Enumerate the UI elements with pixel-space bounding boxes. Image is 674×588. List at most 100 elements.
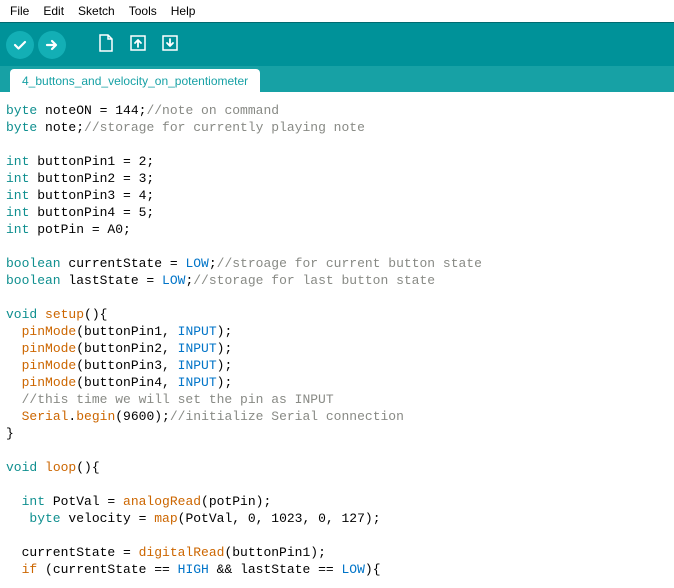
code-comment: //storage for currently playing note [84,120,365,135]
code-token: (buttonPin4, [76,375,177,390]
code-editor[interactable]: byte noteON = 144;//note on command byte… [0,92,674,588]
code-comment: //this time we will set the pin as INPUT [6,392,334,407]
code-token: boolean [6,273,61,288]
check-icon [12,37,28,53]
tab-label: 4_buttons_and_velocity_on_potentiometer [22,74,248,88]
code-token: (buttonPin1); [224,545,325,560]
code-token: int [6,188,29,203]
code-token: ); [217,358,233,373]
code-token: ); [217,324,233,339]
code-token: INPUT [178,324,217,339]
code-token: (){ [76,460,99,475]
code-token: noteON = 144; [37,103,146,118]
code-token: INPUT [178,341,217,356]
toolbar [0,22,674,66]
code-comment: //note on command [146,103,279,118]
menu-edit[interactable]: Edit [37,2,70,20]
code-token: ); [217,375,233,390]
code-token: int [22,494,45,509]
code-token: int [6,154,29,169]
code-token: (){ [84,307,107,322]
code-token: pinMode [22,358,77,373]
code-token: velocity = [61,511,155,526]
code-token: byte [6,103,37,118]
code-token: buttonPin1 = 2; [29,154,154,169]
code-token: pinMode [22,341,77,356]
code-token: LOW [342,562,365,577]
code-token: INPUT [178,358,217,373]
code-token: buttonPin4 = 5; [29,205,154,220]
code-token: HIGH [178,562,209,577]
code-token: if [22,562,38,577]
code-token: int [6,171,29,186]
code-token [37,460,45,475]
tab-sketch[interactable]: 4_buttons_and_velocity_on_potentiometer [10,69,260,92]
code-token [6,358,22,373]
code-token: (buttonPin1, [76,324,177,339]
code-token: ); [217,341,233,356]
code-token: (PotVal, 0, 1023, 0, 127); [178,511,381,526]
code-token: setup [45,307,84,322]
code-token: PotVal = [45,494,123,509]
arrow-up-icon [128,33,148,56]
code-token [6,375,22,390]
verify-button[interactable] [6,31,34,59]
code-token: currentState = [6,545,139,560]
code-token: INPUT [178,375,217,390]
tab-bar: 4_buttons_and_velocity_on_potentiometer [0,66,674,92]
code-token: && lastState == [209,562,342,577]
code-token: byte [6,120,37,135]
menu-help[interactable]: Help [165,2,202,20]
code-token: (9600); [115,409,170,424]
menu-file[interactable]: File [4,2,35,20]
code-token: LOW [185,256,208,271]
code-token: ){ [365,562,381,577]
code-token [6,324,22,339]
menu-sketch[interactable]: Sketch [72,2,121,20]
code-token: byte [29,511,60,526]
code-token: void [6,460,37,475]
file-icon [96,33,116,56]
code-token: digitalRead [139,545,225,560]
code-token: currentState = [61,256,186,271]
code-comment: //stroage for current button state [217,256,482,271]
arrow-right-icon [44,37,60,53]
code-token: pinMode [22,324,77,339]
code-token: note; [37,120,84,135]
code-token [6,562,22,577]
code-token: loop [45,460,76,475]
code-token: lastState = [61,273,162,288]
code-token [6,409,22,424]
code-token: } [6,426,14,441]
code-token: int [6,205,29,220]
new-button[interactable] [92,31,120,59]
code-token: (potPin); [201,494,271,509]
code-token: (buttonPin2, [76,341,177,356]
code-token [37,307,45,322]
upload-button[interactable] [38,31,66,59]
code-token: ; [209,256,217,271]
code-token: Serial [22,409,69,424]
menu-tools[interactable]: Tools [123,2,163,20]
code-token: begin [76,409,115,424]
code-token [6,494,22,509]
code-token: int [6,222,29,237]
code-token: map [154,511,177,526]
code-token: buttonPin3 = 4; [29,188,154,203]
code-comment: //initialize Serial connection [170,409,404,424]
open-button[interactable] [124,31,152,59]
code-token: (currentState == [37,562,177,577]
code-token: pinMode [22,375,77,390]
code-token: boolean [6,256,61,271]
code-token [6,341,22,356]
code-token: void [6,307,37,322]
code-token: buttonPin2 = 3; [29,171,154,186]
menu-bar: File Edit Sketch Tools Help [0,0,674,22]
arrow-down-icon [160,33,180,56]
code-comment: //storage for last button state [193,273,435,288]
code-token [6,511,29,526]
code-token: (buttonPin3, [76,358,177,373]
code-token: potPin = A0; [29,222,130,237]
code-token: analogRead [123,494,201,509]
save-button[interactable] [156,31,184,59]
